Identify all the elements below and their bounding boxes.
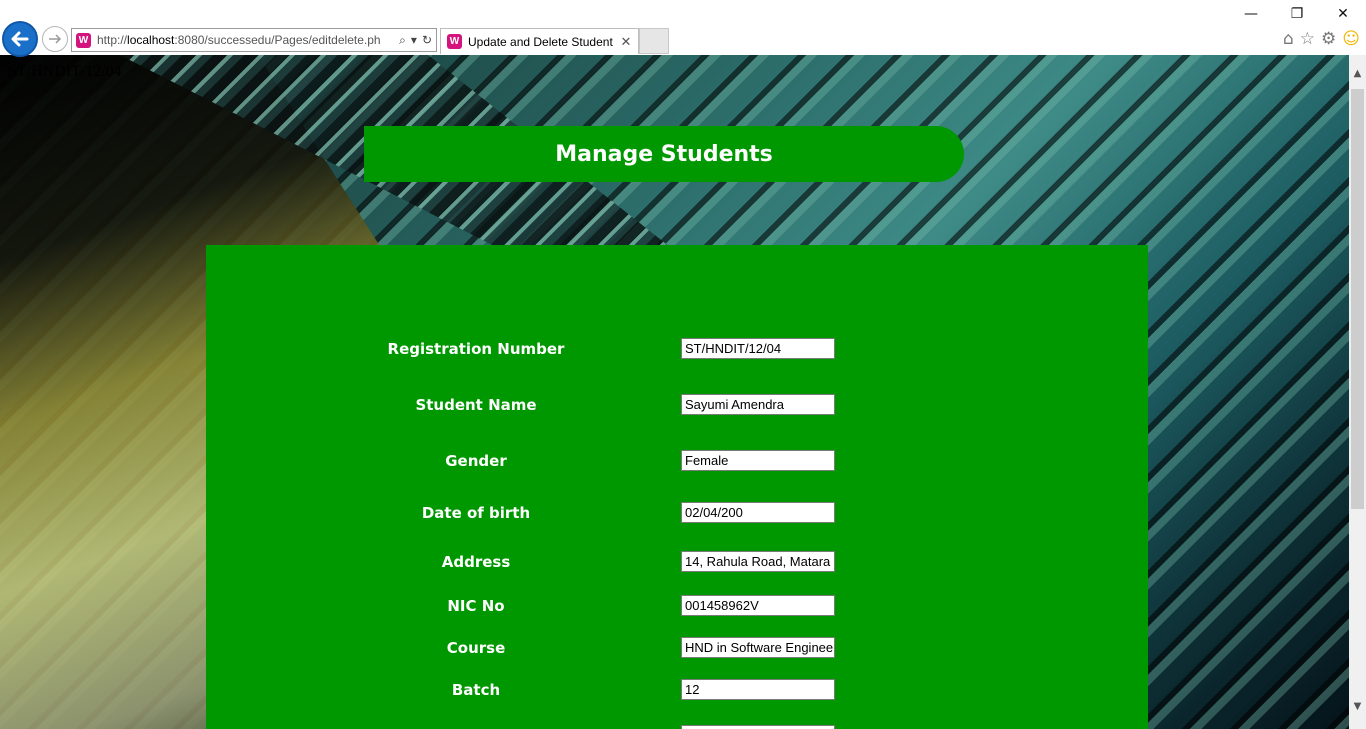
refresh-icon[interactable]: ↻	[422, 33, 432, 47]
minimize-icon[interactable]: —	[1228, 0, 1274, 28]
address-bar[interactable]: W http://localhost:8080/successedu/Pages…	[71, 28, 437, 52]
form-row-batch: Batch 12	[206, 679, 1148, 701]
form-row-course: Course HND in Software Enginee	[206, 637, 1148, 659]
registration-number-input[interactable]: ST/HNDIT/12/04	[681, 338, 835, 359]
nic-no-input[interactable]: 001458962V	[681, 595, 835, 616]
next-field-input[interactable]	[681, 725, 835, 729]
student-name-label: Student Name	[415, 396, 537, 414]
site-favicon-icon: W	[76, 32, 91, 48]
back-button[interactable]	[2, 21, 38, 57]
gender-input[interactable]: Female	[681, 450, 835, 471]
browser-chrome: W http://localhost:8080/successedu/Pages…	[0, 0, 1366, 57]
form-row-date-of-birth: Date of birth 02/04/200	[206, 502, 1148, 524]
date-of-birth-label: Date of birth	[421, 504, 531, 522]
course-label: Course	[446, 639, 506, 657]
student-form: Registration Number ST/HNDIT/12/04 Stude…	[206, 245, 1148, 729]
tab-update-delete-student[interactable]: W Update and Delete Student ✕	[440, 28, 639, 54]
course-input[interactable]: HND in Software Enginee	[681, 637, 835, 658]
form-row-registration-number: Registration Number ST/HNDIT/12/04	[206, 338, 1148, 360]
scroll-up-icon[interactable]: ▲	[1349, 65, 1366, 82]
new-tab-button[interactable]	[639, 28, 669, 54]
arrow-right-icon	[49, 34, 62, 44]
address-label: Address	[441, 553, 511, 571]
tab-title: Update and Delete Student	[468, 34, 613, 49]
registration-number-label: Registration Number	[387, 340, 565, 358]
date-of-birth-input[interactable]: 02/04/200	[681, 502, 835, 523]
forward-button[interactable]	[42, 26, 68, 52]
arrow-left-icon	[11, 31, 29, 47]
feedback-smiley-icon[interactable]: ☺	[1342, 29, 1360, 49]
favorites-star-icon[interactable]: ☆	[1300, 29, 1315, 49]
close-window-icon[interactable]: ✕	[1320, 0, 1366, 28]
page-title: Manage Students	[555, 141, 773, 167]
page-title-bar: Manage Students	[364, 126, 964, 182]
scrollbar-thumb[interactable]	[1351, 89, 1364, 509]
form-row-address: Address 14, Rahula Road, Matara	[206, 551, 1148, 573]
scroll-down-icon[interactable]: ▼	[1349, 698, 1366, 715]
gender-label: Gender	[445, 452, 507, 470]
url-text[interactable]: http://localhost:8080/successedu/Pages/e…	[97, 33, 399, 47]
search-icon[interactable]: ⌕	[399, 33, 406, 48]
tab-favicon-icon: W	[447, 34, 462, 49]
close-tab-icon[interactable]: ✕	[618, 34, 634, 50]
page-viewport: ST/HNDIT/12/04 Manage Students Registrat…	[0, 55, 1349, 729]
address-input[interactable]: 14, Rahula Road, Matara	[681, 551, 835, 572]
form-row-student-name: Student Name Sayumi Amendra	[206, 394, 1148, 416]
form-row-gender: Gender Female	[206, 450, 1148, 472]
nic-no-label: NIC No	[447, 597, 505, 615]
home-icon[interactable]: ⌂	[1283, 29, 1294, 49]
student-name-input[interactable]: Sayumi Amendra	[681, 394, 835, 415]
dropdown-icon[interactable]: ▾	[411, 33, 417, 47]
restore-icon[interactable]: ❐	[1274, 0, 1320, 28]
batch-input[interactable]: 12	[681, 679, 835, 700]
session-reg-number: ST/HNDIT/12/04	[8, 63, 122, 80]
vertical-scrollbar[interactable]: ▲ ▼	[1349, 55, 1366, 729]
form-row-next	[206, 725, 1148, 729]
form-row-nic-no: NIC No 001458962V	[206, 595, 1148, 617]
settings-gear-icon[interactable]: ⚙	[1321, 29, 1336, 49]
batch-label: Batch	[451, 681, 501, 699]
